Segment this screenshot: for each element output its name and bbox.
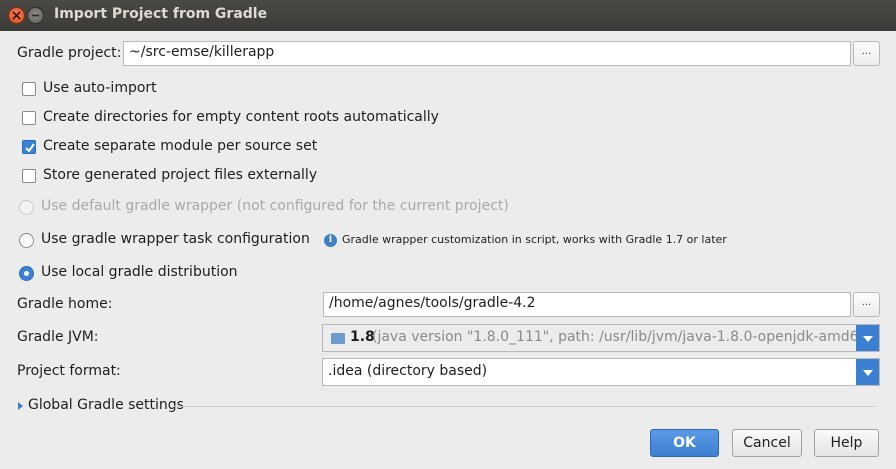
gradle-jvm-select[interactable]: 1.8 (java version "1.8.0_111", path: /us… [322,324,880,352]
separate-module-checkbox[interactable] [22,140,36,154]
project-format-select[interactable]: .idea (directory based) [322,358,880,386]
local-distribution-radio[interactable] [19,266,34,281]
wrapper-task-radio[interactable] [19,233,34,248]
gradle-project-label: Gradle project: [17,45,122,61]
title-bar: Import Project from Gradle [0,0,896,31]
local-distribution-label: Use local gradle distribution [41,264,238,280]
store-external-label: Store generated project files externally [43,167,318,183]
auto-import-label: Use auto-import [43,80,157,96]
jdk-folder-icon [331,333,345,344]
create-dirs-label: Create directories for empty content roo… [43,109,439,125]
store-external-checkbox[interactable] [22,169,36,183]
gradle-home-field[interactable]: /home/agnes/tools/gradle-4.2 [323,292,851,317]
project-format-label: Project format: [17,363,121,379]
gradle-project-field[interactable]: ~/src-emse/killerapp [123,41,851,66]
auto-import-checkbox[interactable] [22,82,36,96]
project-format-value: .idea (directory based) [328,363,488,379]
info-icon: i [324,234,337,247]
ok-button[interactable]: OK [650,429,719,457]
wrapper-task-hint: Gradle wrapper customization in script, … [342,233,727,246]
gradle-jvm-label: Gradle JVM: [17,329,99,345]
global-settings-label[interactable]: Global Gradle settings [28,397,184,413]
separate-module-label: Create separate module per source set [43,138,318,154]
expand-arrow-icon[interactable] [18,402,23,410]
jvm-detail: (java version "1.8.0_111", path: /usr/li… [372,329,873,345]
gradle-home-browse-button[interactable]: ... [853,292,880,317]
create-dirs-checkbox[interactable] [22,111,36,125]
help-button[interactable]: Help [814,429,879,457]
minimize-icon [32,14,39,17]
chevron-down-icon[interactable] [856,359,879,385]
dialog-content: Gradle project: ~/src-emse/killerapp ...… [0,31,896,469]
wrapper-task-label: Use gradle wrapper task configuration [41,231,310,247]
chevron-down-icon[interactable] [856,325,879,351]
gradle-home-label: Gradle home: [17,296,113,312]
minimize-window-button[interactable] [27,7,44,24]
gradle-project-browse-button[interactable]: ... [853,41,880,66]
close-window-button[interactable] [8,7,25,24]
window-title: Import Project from Gradle [54,6,268,22]
default-wrapper-label: Use default gradle wrapper (not configur… [41,198,509,214]
close-icon [12,11,21,20]
separator [173,406,876,407]
default-wrapper-radio [19,200,34,215]
checkmark-icon [25,143,35,153]
cancel-button[interactable]: Cancel [732,429,802,457]
